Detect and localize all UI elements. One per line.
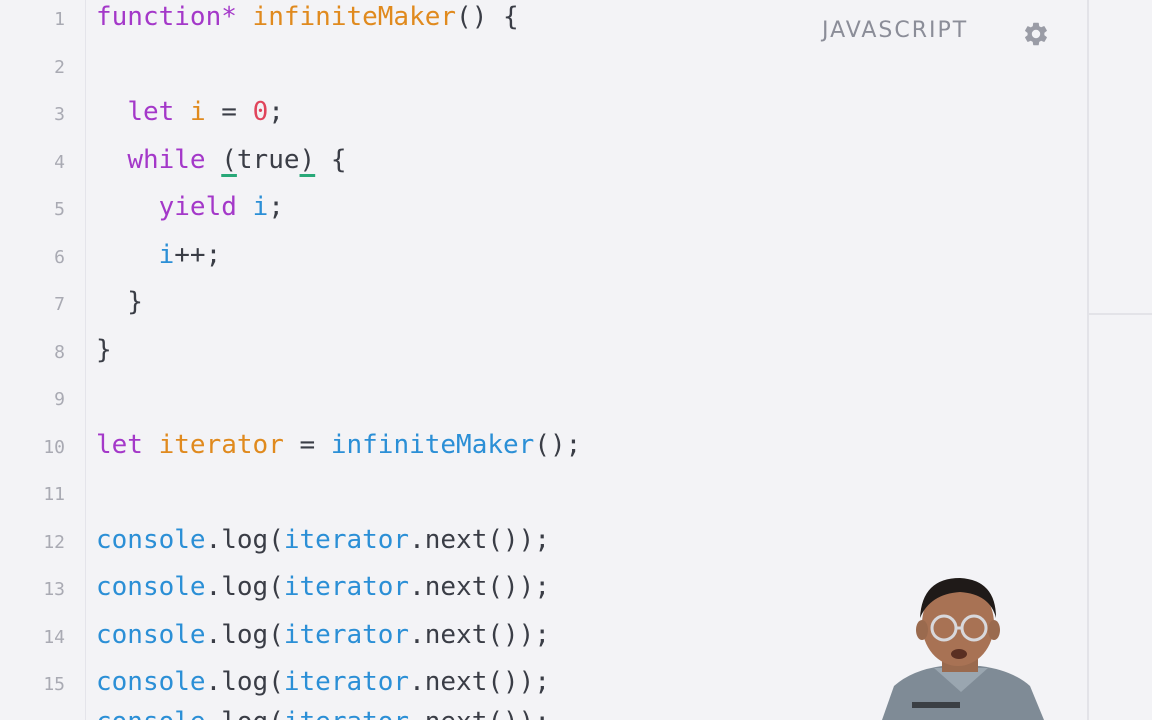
line-number: 8 [54, 341, 65, 363]
code-token: infiniteMaker [330, 429, 535, 460]
code-line[interactable]: console.log(iterator.next()); [96, 665, 550, 699]
code-token: iterator [283, 572, 410, 602]
gear-icon[interactable] [1022, 20, 1050, 48]
code-token: infiniteMaker [252, 2, 457, 32]
code-token: console [96, 619, 206, 650]
code-line[interactable]: let iterator = infiniteMaker(); [96, 428, 581, 462]
code-token: while [127, 144, 206, 175]
code-token: ; [268, 192, 284, 222]
code-token: let [96, 429, 143, 460]
code-line[interactable]: console.log(iterator.next()); [96, 570, 550, 604]
code-line[interactable]: while (true) { [96, 143, 347, 177]
code-token: 0 [252, 97, 269, 127]
code-token: console [96, 667, 206, 697]
code-token: } [96, 334, 112, 365]
line-number: 3 [54, 104, 65, 125]
code-line[interactable]: console.log(iterator.next()); [96, 618, 550, 652]
code-token: .log( [205, 667, 284, 697]
code-token: iterator [284, 707, 409, 720]
line-number: 10 [43, 436, 65, 458]
line-number: 6 [54, 246, 65, 268]
code-token: let [127, 97, 175, 127]
code-token: console [96, 524, 206, 555]
code-token: = [205, 97, 253, 127]
code-token: (); [534, 429, 582, 460]
code-editor[interactable]: 1 2 3 4 5 6 7 8 9 10 11 12 13 14 15 function* infinite… [0, 0, 1087, 720]
code-token: { [315, 144, 347, 175]
line-number: 2 [54, 56, 65, 78]
panel-divider [1089, 313, 1152, 315]
code-token: () { [456, 2, 519, 32]
code-token: function* [96, 2, 237, 32]
line-number: 13 [43, 579, 65, 600]
code-token: ( [221, 144, 237, 175]
code-token: } [96, 287, 143, 317]
code-token: ++; [174, 239, 222, 270]
code-token: ; [268, 97, 284, 127]
line-number: 14 [43, 626, 65, 648]
code-line[interactable]: console.log(iterator.next()); [96, 705, 550, 720]
code-token: console [96, 572, 206, 602]
line-number: 5 [54, 199, 65, 220]
line-number: 4 [54, 151, 65, 173]
code-token: i [189, 97, 206, 127]
presenter-video [872, 574, 1050, 720]
code-token: iterator [158, 429, 284, 460]
line-number: 12 [43, 531, 65, 553]
code-token: .next()); [409, 572, 550, 602]
code-token: = [283, 429, 331, 460]
line-number: 15 [43, 674, 65, 695]
right-panel [1087, 0, 1152, 720]
code-line[interactable]: } [96, 333, 112, 367]
code-line[interactable]: i++; [96, 238, 222, 272]
code-line[interactable]: console.log(iterator.next()); [96, 523, 550, 557]
code-token: iterator [283, 667, 410, 697]
code-token: iterator [283, 524, 410, 555]
line-number: 7 [54, 294, 65, 315]
code-token: .next()); [409, 667, 550, 697]
line-number-gutter: 1 2 3 4 5 6 7 8 9 10 11 12 13 14 15 [0, 0, 86, 720]
line-number: 11 [43, 484, 65, 505]
code-token: ) [299, 144, 316, 175]
code-token: .log( [205, 524, 284, 555]
code-token: i [252, 192, 269, 222]
code-line[interactable]: yield i; [96, 190, 284, 224]
code-token: true [236, 144, 300, 175]
code-token: i [158, 239, 175, 270]
code-token: .log( [205, 619, 284, 650]
code-line[interactable]: function* infiniteMaker() { [96, 0, 519, 34]
line-number: 9 [54, 389, 65, 410]
code-token: console [96, 707, 206, 720]
code-line[interactable]: } [96, 285, 143, 319]
language-label: JAVASCRIPT [822, 18, 969, 43]
line-number: 1 [54, 9, 65, 30]
code-token: .log( [206, 707, 284, 720]
code-token: .next()); [409, 619, 550, 650]
code-token: .next()); [409, 524, 550, 555]
code-token: .next()); [409, 707, 550, 720]
code-token: yield [158, 192, 237, 222]
code-line[interactable]: let i = 0; [96, 95, 284, 129]
code-token: iterator [283, 619, 410, 650]
code-token: .log( [205, 572, 284, 602]
